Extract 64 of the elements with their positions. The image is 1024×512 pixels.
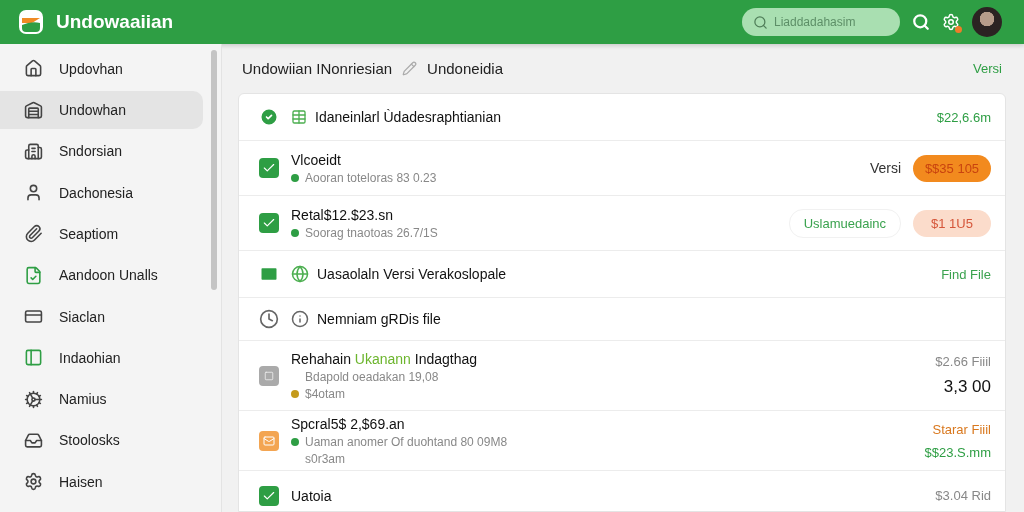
row-title: Uasaolaln Versi Verakoslopale: [317, 266, 507, 282]
sidebar-item[interactable]: Dachonesia: [0, 173, 203, 212]
globe-icon: [291, 265, 309, 283]
settings-icon: [24, 472, 43, 492]
amount-pill: $$35 105: [913, 154, 991, 182]
building-icon: [24, 141, 43, 161]
row-detail: $4otam: [305, 386, 346, 401]
checkbox-icon: [259, 158, 279, 178]
pencil-icon: [402, 61, 418, 76]
home-icon: [24, 59, 43, 79]
row-detail: Bdapold oeadakan 19,08: [305, 369, 439, 384]
square-icon: [259, 365, 279, 386]
search-icon: [753, 15, 768, 30]
row-title: Rehahain Ukanann Indagthag: [291, 350, 478, 367]
scrollbar[interactable]: [211, 50, 217, 290]
row-label: Versi: [869, 160, 901, 176]
sidebar-item[interactable]: Seaptiom: [0, 215, 203, 253]
sidebar-item[interactable]: Haisen: [0, 462, 203, 501]
settings-button[interactable]: [942, 13, 960, 31]
row-title: Uatoia: [291, 487, 332, 504]
panel-icon: [24, 348, 43, 368]
sidebar-item[interactable]: Sndorsian: [0, 132, 203, 171]
row-title: Retal$12.$23.sn: [291, 206, 393, 223]
cog-icon: [24, 389, 43, 409]
search-button[interactable]: [912, 13, 930, 31]
avatar[interactable]: [972, 7, 1002, 37]
amount-text: $3.04 Rid: [935, 488, 991, 503]
amount-text: $2.66 Fiiil: [935, 354, 991, 369]
amount-text: 3,3 00: [943, 377, 991, 397]
document-icon: [24, 265, 43, 285]
clock-icon: [259, 309, 279, 329]
row-detail: Uaman anomer Of duohtand 80 09M8: [305, 434, 508, 449]
table-icon: [291, 109, 307, 125]
search-field[interactable]: Liaddadahasim: [742, 8, 900, 36]
logo-icon: [18, 9, 44, 35]
status-tag: Uslamuedainc: [788, 208, 901, 238]
app-title: Undowaaiian: [56, 11, 174, 33]
row-title: Vlcoeidt: [291, 151, 341, 168]
sidebar-item[interactable]: Stoolosks: [0, 421, 203, 460]
amount-text: Starar Fiiil: [932, 421, 991, 437]
sidebar-item[interactable]: Indaohian: [0, 339, 203, 377]
amount-pill: $1 1U5: [913, 209, 991, 237]
paperclip-icon: [24, 224, 43, 244]
row-detail: s0r3am: [305, 451, 345, 466]
row-detail: Aooran toteloras 83 0.23: [305, 170, 437, 185]
checkbox-icon: [259, 485, 279, 506]
sidebar-item[interactable]: Namius: [0, 380, 203, 418]
row-title: Idaneinlarl Ùdadesraphtianian: [315, 109, 502, 125]
sidebar-item[interactable]: Siaclan: [0, 297, 203, 336]
breadcrumb-item: Undoneidia: [427, 60, 503, 77]
sidebar-item[interactable]: Undowhan: [0, 91, 203, 129]
tray-icon: [24, 430, 43, 450]
check-circle-icon: [259, 107, 279, 127]
row-title: Nemniam gRDis file: [317, 311, 441, 327]
info-icon: [291, 310, 309, 328]
sidebar-item[interactable]: Aandoon Unalls: [0, 256, 203, 294]
checkbox-icon: [259, 213, 279, 233]
breadcrumb-item: Undowiian INonriesian: [242, 60, 393, 77]
row-detail: Soorag tnaotoas 26.7/1S: [305, 225, 438, 240]
amount-text: $$23.S.mm: [924, 444, 991, 460]
row-title: Spcral5$ 2,$69.an: [291, 415, 405, 432]
sidebar-item[interactable]: Updovhan: [0, 50, 203, 88]
amount-text: $22,6.6m: [936, 109, 991, 125]
person-icon: [24, 183, 43, 203]
